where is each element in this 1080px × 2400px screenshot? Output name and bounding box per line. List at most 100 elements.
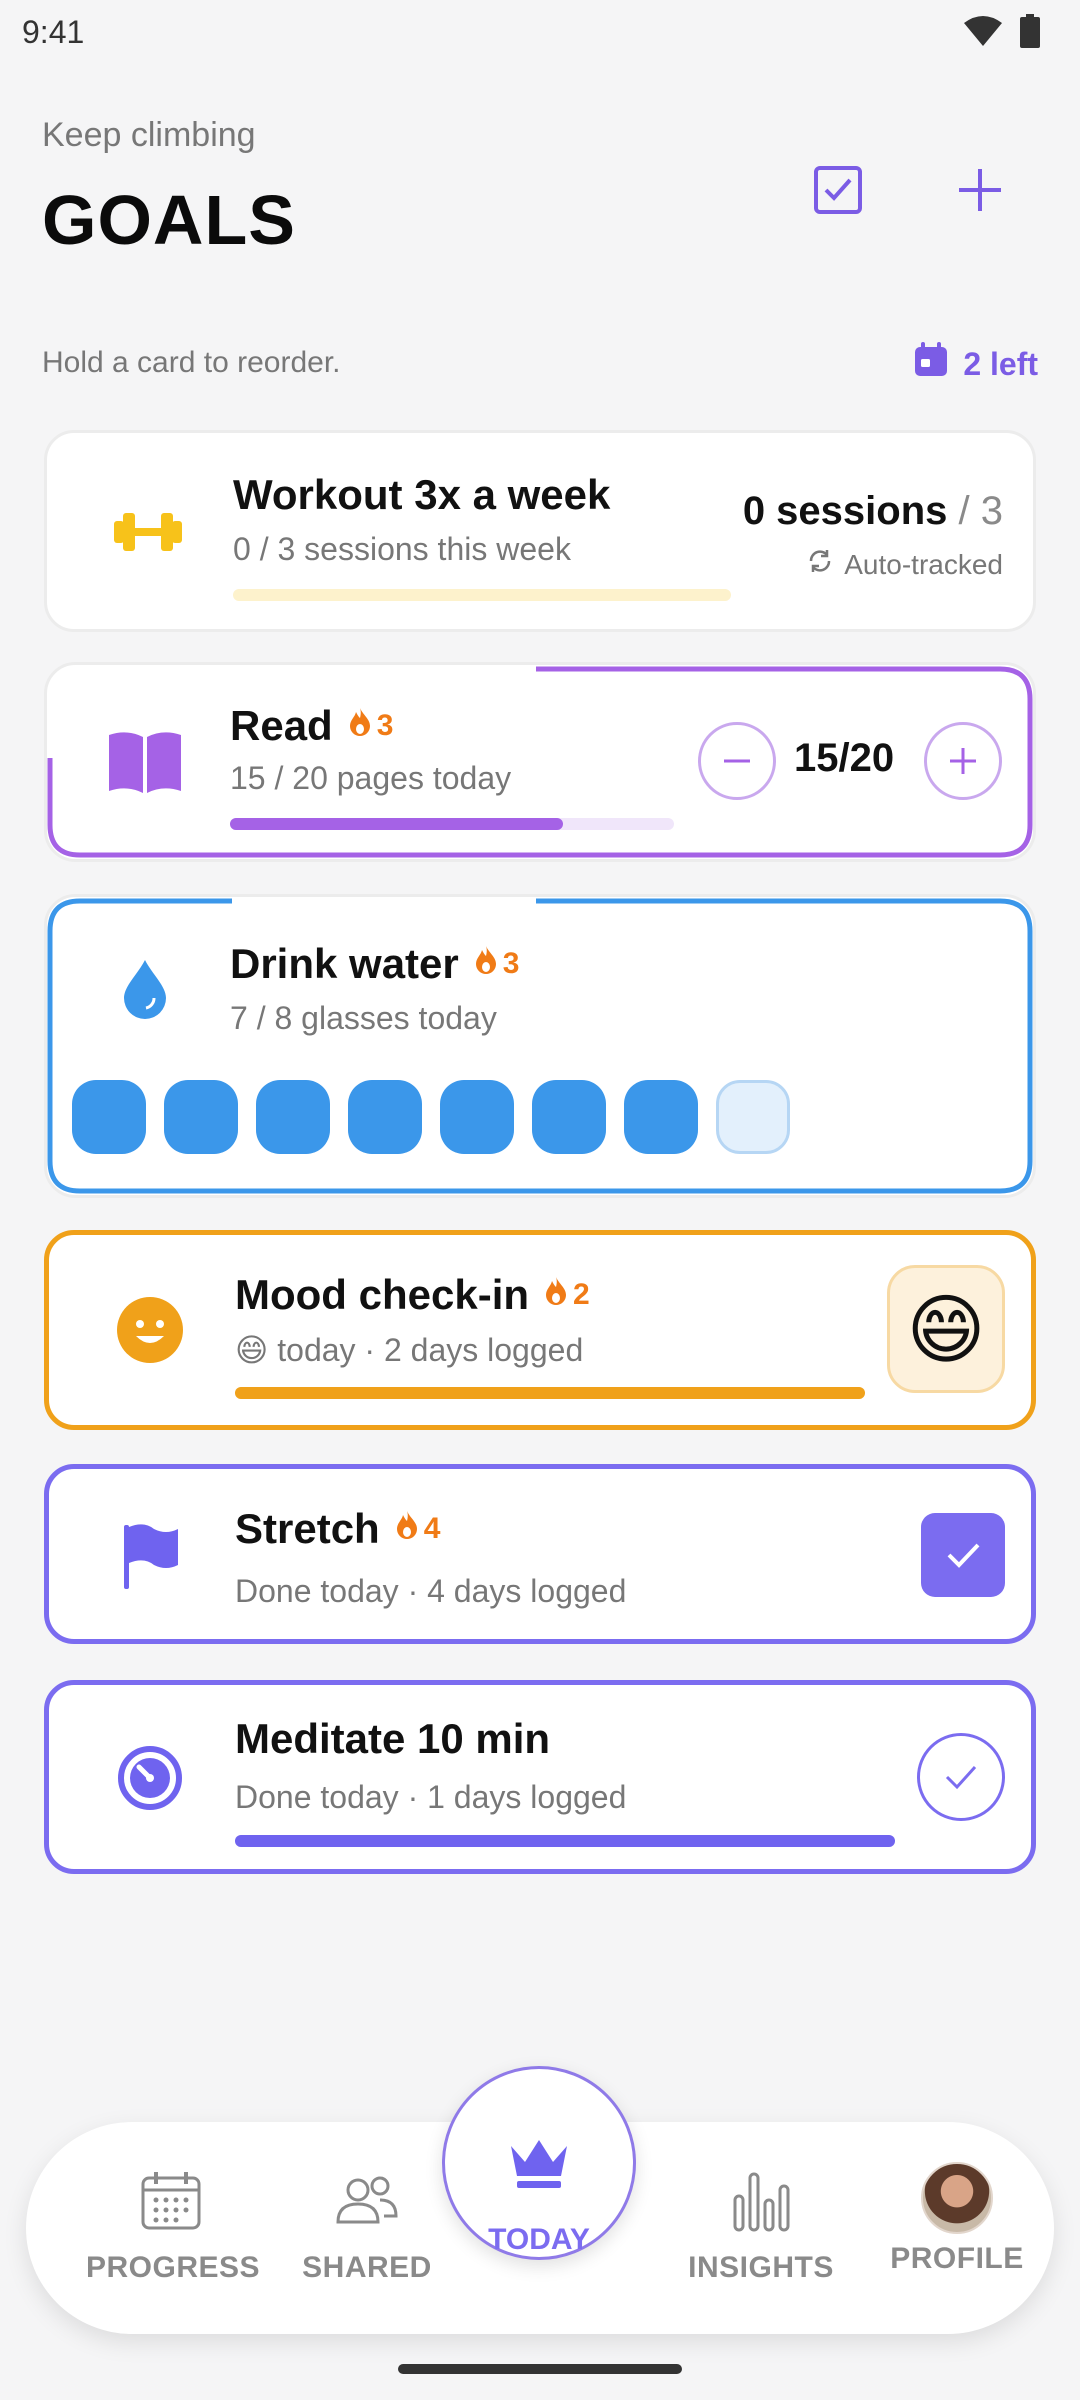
goal-subtitle: 15 / 20 pages today <box>230 760 512 796</box>
auto-tracked-label: Auto-tracked <box>806 547 1003 582</box>
goal-subtitle: 7 / 8 glasses today <box>230 1000 497 1036</box>
goal-subtitle: 0 / 3 sessions this week <box>233 531 571 567</box>
people-icon <box>336 2176 398 2224</box>
goal-progress-fill <box>235 1387 865 1399</box>
streak-badge: 4 <box>396 1510 441 1548</box>
reorder-hint: Hold a card to reorder. <box>42 346 341 379</box>
goal-subtitle: Done today · 4 days logged <box>235 1573 627 1609</box>
streak-count: 2 <box>573 1278 590 1311</box>
streak-badge: 3 <box>475 945 520 983</box>
goal-title: Stretch 4 <box>235 1505 440 1553</box>
select-goals-button[interactable] <box>806 160 870 224</box>
nav-label: PROGRESS <box>86 2251 261 2284</box>
check-icon <box>947 1543 980 1568</box>
nav-item-shared[interactable]: SHARED <box>282 2170 452 2285</box>
glass-filled[interactable] <box>348 1080 422 1154</box>
goal-subtitle: 😄 today · 2 days logged <box>235 1332 584 1368</box>
goal-card-workout[interactable]: Workout 3x a week 0 / 3 sessions this we… <box>44 430 1036 632</box>
water-drop-icon <box>100 944 190 1034</box>
sessions-count: 0 sessions / 3 <box>743 489 1003 534</box>
wifi-icon <box>964 16 1002 51</box>
goal-card-meditate[interactable]: Meditate 10 min Done today · 1 days logg… <box>44 1680 1036 1874</box>
streak-badge: 2 <box>545 1276 590 1314</box>
glass-filled[interactable] <box>440 1080 514 1154</box>
crown-icon <box>511 2140 567 2188</box>
goal-title-text: Drink water <box>230 940 459 987</box>
dumbbell-icon <box>103 487 193 577</box>
nav-label: PROFILE <box>890 2242 1024 2275</box>
nav-item-progress[interactable]: PROGRESS <box>86 2170 261 2285</box>
nav-item-insights[interactable]: INSIGHTS <box>676 2170 846 2285</box>
home-indicator[interactable] <box>398 2364 682 2374</box>
streak-count: 3 <box>376 709 394 742</box>
glass-filled[interactable] <box>532 1080 606 1154</box>
nav-item-today[interactable]: TODAY <box>442 2066 636 2260</box>
sessions-done: 0 sessions <box>742 489 948 533</box>
flame-icon <box>396 1510 418 1548</box>
goal-subtitle: Done today · 1 days logged <box>235 1779 627 1815</box>
done-checkbox[interactable] <box>917 1733 1005 1821</box>
goal-progress-fill <box>230 818 563 830</box>
goals-left-text: 2 left <box>963 345 1038 382</box>
page-title: GOALS <box>42 181 296 259</box>
decrement-button[interactable] <box>698 722 776 800</box>
goal-card-read[interactable]: Read 3 15 / 20 pages today 15/20 <box>44 662 1036 862</box>
glass-filled[interactable] <box>164 1080 238 1154</box>
glass-filled[interactable] <box>624 1080 698 1154</box>
goal-progress-track <box>235 1835 895 1847</box>
goal-title: Workout 3x a week <box>233 471 610 519</box>
minus-icon <box>724 759 750 763</box>
avatar <box>921 2162 993 2234</box>
flame-icon <box>545 1276 567 1314</box>
book-icon <box>100 717 190 807</box>
goal-title: Drink water 3 <box>230 940 519 988</box>
plus-icon <box>957 167 1003 218</box>
calendar-icon <box>913 342 949 386</box>
mood-emoji-button[interactable]: 😄 <box>887 1265 1005 1393</box>
streak-badge: 3 <box>349 707 394 745</box>
status-icons <box>964 14 1040 53</box>
done-checkbox[interactable] <box>921 1513 1005 1597</box>
read-counter-value: 15/20 <box>794 736 895 780</box>
goal-card-stretch[interactable]: Stretch 4 Done today · 4 days logged <box>44 1464 1036 1644</box>
goal-title-text: Workout 3x a week <box>233 471 611 518</box>
sessions-total: / 3 <box>958 489 1003 533</box>
streak-count: 4 <box>423 1512 441 1545</box>
battery-icon <box>1020 14 1040 53</box>
goal-title-text: Stretch <box>235 1505 380 1552</box>
plus-icon <box>950 748 976 774</box>
flag-icon <box>105 1511 195 1601</box>
checkbox-icon <box>813 165 863 220</box>
flame-icon <box>475 945 497 983</box>
increment-button[interactable] <box>924 722 1002 800</box>
nav-label: INSIGHTS <box>688 2251 834 2284</box>
flame-icon <box>349 707 371 745</box>
goal-progress-track <box>235 1387 865 1399</box>
nav-label: TODAY <box>488 2223 590 2256</box>
auto-tracked-text: Auto-tracked <box>844 548 1003 580</box>
goal-title: Mood check-in 2 <box>235 1271 590 1319</box>
goal-card-mood[interactable]: Mood check-in 2 😄 today · 2 days logged … <box>44 1230 1036 1430</box>
goal-card-water[interactable]: Drink water 3 7 / 8 glasses today <box>44 894 1036 1198</box>
goal-progress-track <box>233 589 731 601</box>
goal-title-text: Read <box>230 702 333 749</box>
glass-filled[interactable] <box>72 1080 146 1154</box>
goal-title-text: Meditate 10 min <box>235 1715 551 1762</box>
goal-progress-fill <box>235 1835 895 1847</box>
calendar-grid-icon <box>141 2172 201 2230</box>
streak-count: 3 <box>502 947 520 980</box>
glass-empty[interactable] <box>716 1080 790 1154</box>
goals-left-badge: 2 left <box>913 342 1038 386</box>
nav-item-profile[interactable]: PROFILE <box>872 2162 1042 2276</box>
status-time: 9:41 <box>22 14 85 50</box>
nav-label: SHARED <box>302 2251 432 2284</box>
goal-title-text: Mood check-in <box>235 1271 530 1318</box>
sync-icon <box>806 547 834 582</box>
header-subtitle: Keep climbing <box>42 116 256 154</box>
glass-filled[interactable] <box>256 1080 330 1154</box>
add-goal-button[interactable] <box>948 160 1012 224</box>
goal-progress-track <box>230 818 674 830</box>
check-icon <box>945 1765 977 1790</box>
bar-chart-icon <box>733 2172 790 2232</box>
status-bar: 9:41 <box>0 0 1080 64</box>
